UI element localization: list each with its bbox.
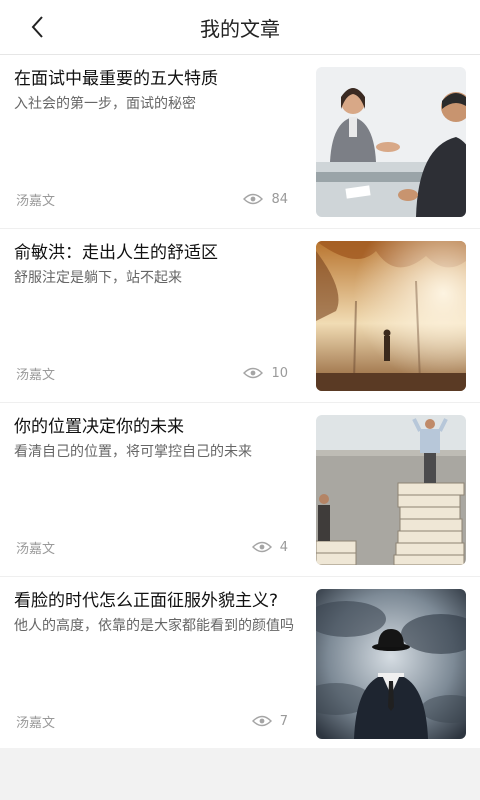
eye-icon [243, 193, 264, 205]
article-author: 汤嘉文 [16, 193, 56, 209]
view-count-value: 84 [271, 191, 288, 207]
article-item[interactable]: 你的位置决定你的未来 看清自己的位置，将可掌控自己的未来 汤嘉文 4 [0, 403, 480, 577]
view-count: 10 [243, 366, 288, 381]
eye-icon [251, 715, 272, 727]
bowler-hat-man-image [316, 589, 466, 739]
article-subtitle: 他人的高度，依靠的是大家都能看到的颜值吗 [14, 618, 294, 634]
article-title[interactable]: 俞敏洪：走出人生的舒适区 [14, 241, 296, 265]
back-button[interactable] [24, 14, 50, 40]
article-meta: 汤嘉文 10 [16, 363, 288, 383]
view-count-value: 7 [279, 713, 288, 729]
article-meta: 汤嘉文 4 [16, 537, 288, 557]
interview-image [316, 67, 466, 217]
eye-icon [243, 367, 264, 379]
eye-icon [251, 541, 272, 553]
article-thumbnail[interactable] [316, 589, 466, 739]
app-header: 我的文章 [0, 0, 480, 55]
article-item[interactable]: 在面试中最重要的五大特质 入社会的第一步，面试的秘密 汤嘉文 84 [0, 55, 480, 229]
article-thumbnail[interactable] [316, 67, 466, 217]
view-count: 84 [243, 192, 288, 207]
article-text: 俞敏洪：走出人生的舒适区 舒服注定是躺下，站不起来 [14, 241, 296, 289]
article-thumbnail[interactable] [316, 415, 466, 565]
article-item[interactable]: 俞敏洪：走出人生的舒适区 舒服注定是躺下，站不起来 汤嘉文 10 [0, 229, 480, 403]
view-count: 4 [251, 539, 288, 555]
article-author: 汤嘉文 [16, 715, 56, 731]
book-stack-image [316, 415, 466, 565]
article-text: 看脸的时代怎么正面征服外貌主义? 他人的高度，依靠的是大家都能看到的颜值吗 [14, 589, 296, 637]
article-text: 在面试中最重要的五大特质 入社会的第一步，面试的秘密 [14, 67, 296, 115]
article-meta: 汤嘉文 84 [16, 189, 288, 209]
forest-light-image [316, 241, 466, 391]
article-text: 你的位置决定你的未来 看清自己的位置，将可掌控自己的未来 [14, 415, 296, 463]
article-thumbnail[interactable] [316, 241, 466, 391]
page-title: 我的文章 [200, 16, 280, 41]
article-subtitle: 入社会的第一步，面试的秘密 [14, 96, 196, 112]
back-arrow-icon [31, 16, 43, 38]
article-author: 汤嘉文 [16, 367, 56, 383]
article-item[interactable]: 看脸的时代怎么正面征服外貌主义? 他人的高度，依靠的是大家都能看到的颜值吗 汤嘉… [0, 577, 480, 750]
article-title[interactable]: 在面试中最重要的五大特质 [14, 67, 296, 91]
view-count-value: 10 [271, 365, 288, 381]
article-author: 汤嘉文 [16, 541, 56, 557]
article-title[interactable]: 你的位置决定你的未来 [14, 415, 296, 439]
article-subtitle: 舒服注定是躺下，站不起来 [14, 270, 182, 286]
view-count: 7 [251, 713, 288, 729]
article-title[interactable]: 看脸的时代怎么正面征服外貌主义? [14, 589, 296, 613]
article-subtitle: 看清自己的位置，将可掌控自己的未来 [14, 444, 252, 460]
article-list: 在面试中最重要的五大特质 入社会的第一步，面试的秘密 汤嘉文 84 俞敏洪：走出… [0, 55, 480, 748]
article-meta: 汤嘉文 7 [16, 711, 288, 731]
view-count-value: 4 [279, 539, 288, 555]
